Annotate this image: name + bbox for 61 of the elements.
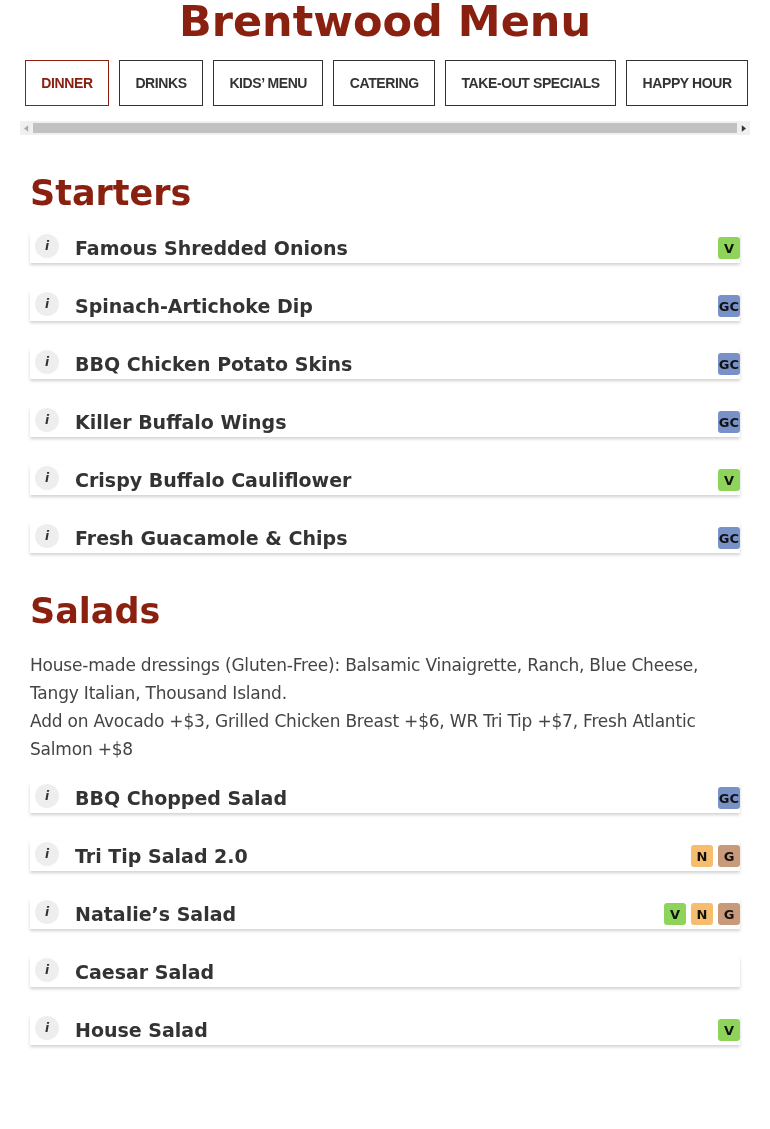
- item-name: Fresh Guacamole & Chips: [75, 527, 348, 549]
- info-icon[interactable]: i: [35, 234, 59, 258]
- section-heading: Starters: [30, 172, 193, 215]
- menu-item[interactable]: i Caesar Salad: [30, 957, 740, 987]
- horizontal-scrollbar[interactable]: [20, 121, 750, 135]
- diet-tag: N: [691, 845, 713, 867]
- info-icon[interactable]: i: [35, 292, 59, 316]
- info-icon[interactable]: i: [35, 900, 59, 924]
- item-name: Natalie’s Salad: [75, 903, 237, 925]
- scrollbar-thumb[interactable]: [33, 123, 737, 133]
- diet-tag: GC: [717, 353, 740, 375]
- info-icon[interactable]: i: [35, 524, 59, 548]
- item-name: Famous Shredded Onions: [75, 237, 348, 259]
- info-icon[interactable]: i: [35, 958, 59, 982]
- menu-item[interactable]: i BBQ Chopped Salad GC: [30, 783, 740, 813]
- info-icon[interactable]: i: [35, 466, 59, 490]
- menu-item[interactable]: i House Salad V: [30, 1015, 740, 1045]
- menu-item[interactable]: i Natalie’s Salad V N G: [30, 899, 740, 929]
- info-icon[interactable]: i: [35, 784, 59, 808]
- menu-item[interactable]: i BBQ Chicken Potato Skins GC: [30, 349, 740, 379]
- diet-tag: G: [718, 845, 740, 867]
- item-name: BBQ Chicken Potato Skins: [75, 353, 353, 375]
- menu-item[interactable]: i Crispy Buffalo Cauliflower V: [30, 465, 740, 495]
- diet-tag: V: [718, 237, 740, 259]
- diet-tag: GC: [717, 411, 740, 433]
- menu-tab[interactable]: CATERING: [333, 60, 436, 106]
- section-note: House-made dressings (Gluten-Free): Balsamic Vinaigrette, Ranch, Blue Cheese, Tangy Italian, Thousand Island.: [30, 654, 700, 705]
- menu-tab[interactable]: DRINKS: [119, 60, 204, 106]
- diet-tag: GC: [717, 527, 740, 549]
- section-heading: Salads: [30, 590, 162, 633]
- diet-tag: N: [691, 903, 713, 925]
- info-icon[interactable]: i: [35, 1016, 59, 1040]
- menu-item[interactable]: i Killer Buffalo Wings GC: [30, 407, 740, 437]
- item-name: Killer Buffalo Wings: [75, 411, 287, 433]
- diet-tag: GC: [717, 295, 740, 317]
- item-name: Tri Tip Salad 2.0: [75, 845, 248, 867]
- menu-item[interactable]: i Spinach-Artichoke Dip GC: [30, 291, 740, 321]
- diet-tag: V: [718, 1019, 740, 1041]
- menu-tab[interactable]: HAPPY HOUR: [626, 60, 748, 106]
- diet-tag: V: [718, 469, 740, 491]
- diet-tag: V: [664, 903, 686, 925]
- scroll-left-icon[interactable]: [24, 124, 29, 132]
- diet-tag: G: [718, 903, 740, 925]
- menu-tab[interactable]: TAKE-OUT SPECIALS: [445, 60, 617, 106]
- item-name: Spinach-Artichoke Dip: [75, 295, 313, 317]
- info-icon[interactable]: i: [35, 842, 59, 866]
- info-icon[interactable]: i: [35, 350, 59, 374]
- menu-item[interactable]: i Famous Shredded Onions V: [30, 233, 740, 263]
- menu-item[interactable]: i Tri Tip Salad 2.0 N G: [30, 841, 740, 871]
- item-name: Caesar Salad: [75, 961, 215, 983]
- menu-tab[interactable]: DINNER: [25, 60, 109, 106]
- section-note: Add on Avocado +$3, Grilled Chicken Breast +$6, WR Tri Tip +$7, Fresh Atlantic Salmon +$8: [30, 710, 697, 761]
- item-name: House Salad: [75, 1019, 208, 1041]
- scroll-right-icon[interactable]: [741, 124, 746, 132]
- item-name: BBQ Chopped Salad: [75, 787, 287, 809]
- menu-item[interactable]: i Fresh Guacamole & Chips GC: [30, 523, 740, 553]
- diet-tag: GC: [717, 787, 740, 809]
- menu-tab[interactable]: KIDS’ MENU: [213, 60, 324, 106]
- item-name: Crispy Buffalo Cauliflower: [75, 469, 352, 491]
- info-icon[interactable]: i: [35, 408, 59, 432]
- menu-title: Brentwood Menu: [177, 0, 593, 48]
